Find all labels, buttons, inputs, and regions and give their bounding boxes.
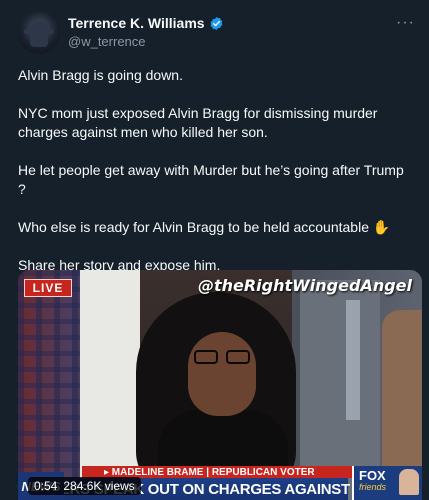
tweet-paragraph: Who else is ready for Alvin Bragg to be … bbox=[18, 219, 391, 235]
tweet-paragraph: He let people get away with Murder but h… bbox=[18, 162, 404, 197]
video-views: 284.6K views bbox=[63, 479, 135, 493]
speaker-face bbox=[188, 332, 256, 416]
speaker-glasses bbox=[190, 350, 254, 364]
verified-badge-icon bbox=[210, 16, 222, 30]
live-badge: LIVE bbox=[24, 279, 72, 297]
video-stats: 0:54 284.6K views bbox=[28, 477, 141, 495]
tweet-paragraph: NYC mom just exposed Alvin Bragg for dis… bbox=[18, 105, 378, 140]
more-options-icon[interactable]: ··· bbox=[396, 14, 415, 32]
tweet: Terrence K. Williams @w_terrence ··· Alv… bbox=[0, 0, 429, 500]
video-duration: 0:54 bbox=[34, 479, 58, 493]
tweet-text: Alvin Bragg is going down. NYC mom just … bbox=[18, 66, 414, 294]
author-handle[interactable]: @w_terrence bbox=[68, 34, 146, 49]
avatar-arm bbox=[24, 29, 54, 34]
fox-logo-text: FOX bbox=[359, 468, 386, 483]
avatar[interactable] bbox=[18, 12, 60, 54]
video-player[interactable]: LIVE @theRightWingedAngel ▸ MADELINE BRA… bbox=[18, 270, 422, 500]
author-row: Terrence K. Williams bbox=[68, 15, 224, 31]
tweet-paragraph: Alvin Bragg is going down. bbox=[18, 67, 183, 83]
background-tie bbox=[346, 300, 360, 420]
host-thumbnail bbox=[399, 469, 419, 495]
video-watermark: @theRightWingedAngel bbox=[197, 276, 412, 295]
avatar-figure bbox=[30, 21, 48, 47]
author-display-name[interactable]: Terrence K. Williams bbox=[68, 15, 205, 31]
fox-friends-logo: FOX friends bbox=[352, 466, 422, 500]
fox-logo-subtext: friends bbox=[359, 482, 387, 492]
